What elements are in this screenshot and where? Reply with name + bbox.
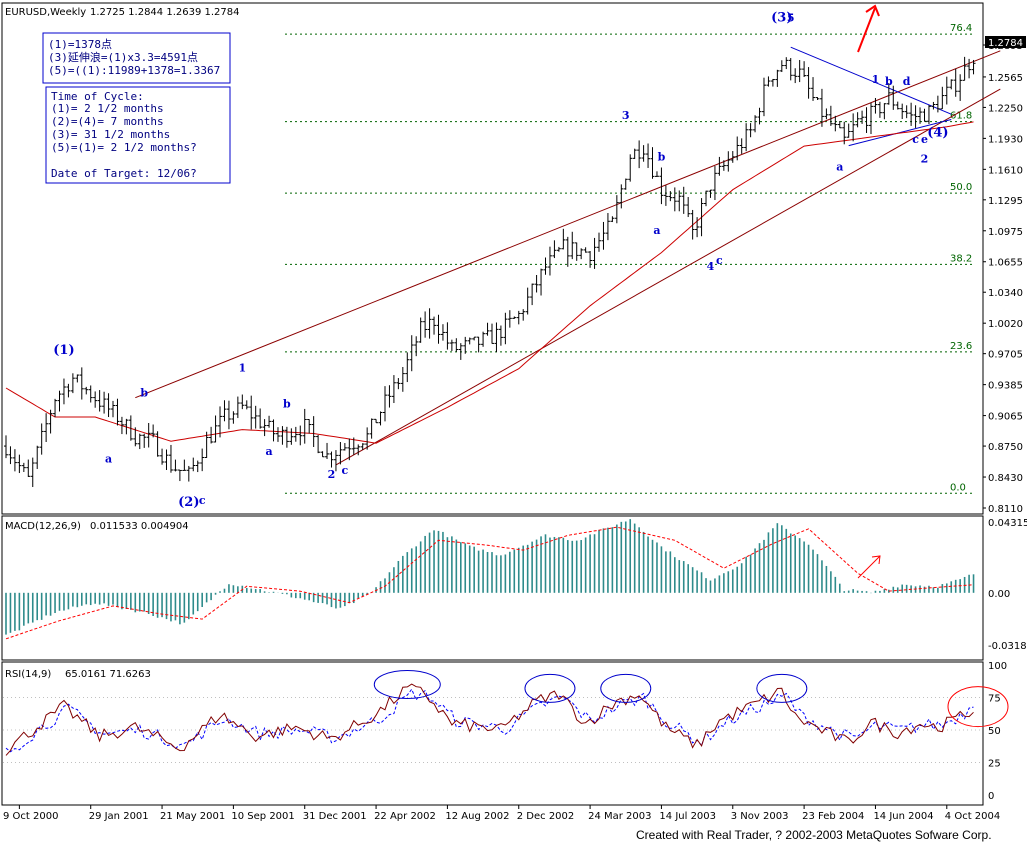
price-tick-label: 1.0975 — [988, 227, 1023, 238]
time-tick-label: 9 Oct 2000 — [3, 811, 58, 822]
wave-label: d — [903, 75, 911, 88]
current-price-marker: 1.2784 — [985, 36, 1026, 49]
wave-label: 1 — [238, 362, 246, 375]
ohlc-values: 1.2725 1.2844 1.2639 1.2784 — [90, 7, 240, 18]
wave-label: c — [199, 494, 206, 507]
wave-label: (1) — [53, 343, 74, 358]
fib-level-label: 0.0 — [950, 482, 966, 493]
note-box-targets: (1)=1378点 (3)延伸浪=(1)x3.3=4591点 (5)=((1):… — [42, 32, 231, 84]
macd-values: 0.011533 0.004904 — [90, 521, 189, 532]
rsi-tick-label: 25 — [988, 759, 1001, 770]
note-line: (5)=(1)= 2 1/2 months? — [51, 141, 197, 154]
wave-label: 2 — [921, 153, 929, 166]
price-tick-label: 1.0020 — [988, 319, 1023, 330]
price-tick-label: 1.1610 — [988, 165, 1023, 176]
note-line: Date of Target: 12/06? — [51, 167, 197, 180]
wave-label: c — [912, 133, 919, 146]
fib-level-label: 38.2 — [950, 253, 972, 264]
fib-level-label: 50.0 — [950, 182, 972, 193]
time-tick-label: 22 Apr 2002 — [374, 811, 436, 822]
macd-panel: MACD(12,26,9) 0.011533 0.004904 0.04315 0… — [1, 515, 1027, 661]
note-line: (3)= 31 1/2 months — [51, 128, 170, 141]
macd-title: MACD(12,26,9) — [5, 521, 81, 532]
time-tick-label: 12 Aug 2002 — [445, 811, 509, 822]
wave-label: a — [836, 160, 843, 173]
time-tick-label: 24 Mar 2003 — [588, 811, 651, 822]
note-line: (1)= 2 1/2 months — [51, 102, 164, 115]
main-panel: EURUSD,Weekly 1.2725 1.2844 1.2639 1.278… — [1, 2, 1026, 515]
wave-label: a — [265, 445, 272, 458]
time-tick-label: 2 Dec 2002 — [517, 811, 575, 822]
rsi-tick-label: 100 — [988, 661, 1007, 672]
price-tick-label: 0.8110 — [988, 504, 1023, 515]
footer-credit: Created with Real Trader, ? 2002-2003 Me… — [636, 828, 992, 842]
wave-label: a — [105, 453, 112, 466]
rsi-tick-label: 0 — [988, 791, 994, 802]
price-tick-label: 1.2565 — [988, 73, 1023, 84]
time-tick-label: 14 Jun 2004 — [873, 811, 933, 822]
symbol-title: EURUSD,Weekly — [5, 7, 86, 18]
wave-label: 1 — [872, 73, 880, 86]
price-tick-label: 1.0340 — [988, 288, 1023, 299]
fib-level-label: 76.4 — [950, 23, 972, 34]
note-line: (1)=1378点 — [48, 38, 112, 51]
wave-label: b — [140, 387, 148, 400]
rsi-tick-label: 75 — [988, 694, 1001, 705]
time-tick-label: 21 May 2001 — [160, 811, 225, 822]
rsi-title: RSI(14,9) — [5, 669, 51, 680]
macd-tick-label: -0.0318 — [988, 641, 1027, 652]
wave-label: 3 — [622, 109, 630, 122]
wave-label: b — [658, 151, 666, 164]
wave-label: (2) — [178, 495, 199, 510]
current-price-label: 1.2784 — [988, 38, 1023, 49]
price-tick-label: 0.8750 — [988, 442, 1023, 453]
macd-tick-label: 0.00 — [988, 589, 1010, 600]
wave-label: c — [342, 464, 349, 477]
time-tick-label: 31 Dec 2001 — [303, 811, 367, 822]
price-tick-label: 0.9385 — [988, 381, 1023, 392]
price-tick-label: 1.1295 — [988, 196, 1023, 207]
rsi-panel: RSI(14,9) 65.0161 71.6263 100 75 50 25 0 — [1, 661, 1009, 806]
price-tick-label: 1.1930 — [988, 134, 1023, 145]
eurusd-weekly-chart: EURUSD,Weekly 1.2725 1.2844 1.2639 1.278… — [0, 0, 1027, 842]
price-tick-label: 0.9705 — [988, 350, 1023, 361]
wave-label: (4) — [927, 125, 948, 140]
price-tick-label: 0.9065 — [988, 412, 1023, 423]
wave-label: 5 — [787, 11, 795, 24]
time-tick-label: 4 Oct 2004 — [945, 811, 1000, 822]
wave-label: c — [716, 254, 723, 267]
note-line: (3)延伸浪=(1)x3.3=4591点 — [48, 50, 198, 64]
fib-level-label: 23.6 — [950, 341, 972, 352]
wave-label: a — [653, 224, 660, 237]
wave-label: b — [283, 397, 291, 410]
price-tick-label: 1.2250 — [988, 103, 1023, 114]
time-tick-label: 3 Nov 2003 — [731, 811, 789, 822]
time-tick-label: 14 Jul 2003 — [659, 811, 716, 822]
rsi-tick-label: 50 — [988, 726, 1001, 737]
macd-tick-label: 0.04315 — [988, 518, 1027, 529]
note-box-cycle: Time of Cycle: (1)= 2 1/2 months (2)=(4)… — [45, 86, 231, 184]
rsi-values: 65.0161 71.6263 — [65, 669, 151, 680]
price-tick-label: 0.8430 — [988, 473, 1023, 484]
price-tick-label: 1.0655 — [988, 258, 1023, 269]
time-tick-label: 29 Jan 2001 — [89, 811, 149, 822]
time-tick-label: 10 Sep 2001 — [231, 811, 294, 822]
wave-label: b — [885, 75, 893, 88]
note-line: (2)=(4)= 7 months — [51, 115, 164, 128]
time-tick-label: 23 Feb 2004 — [802, 811, 864, 822]
wave-label: 2 — [328, 468, 336, 481]
note-line: (5)=((1):11989+1378=1.3367 — [48, 64, 220, 77]
wave-label: 4 — [707, 260, 715, 273]
